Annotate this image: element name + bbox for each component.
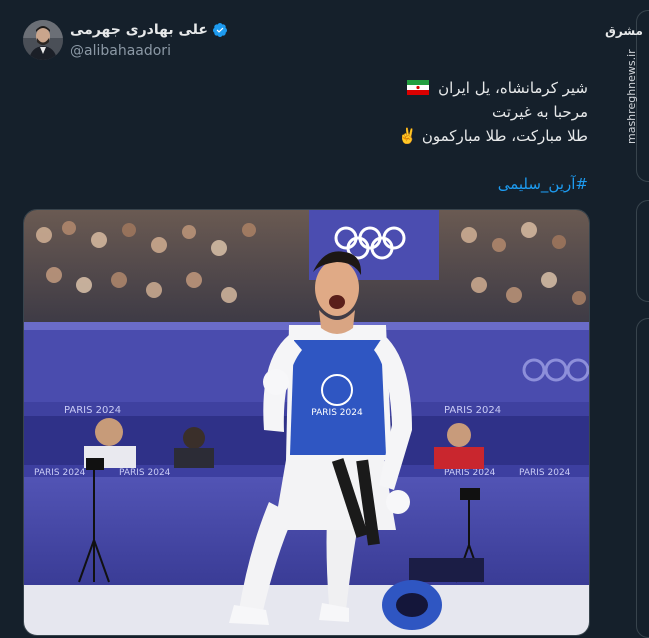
vest-text: PARIS 2024	[311, 408, 363, 418]
tweet-line-1: شیر کرمانشاه، یل ایران	[48, 76, 588, 100]
author-handle[interactable]: @alibahaadori	[70, 43, 171, 59]
tweet-line-3: طلا مبارکت، طلا مبارکمون ✌️	[398, 127, 588, 145]
watermark: مشرق mashreghnews.ir	[605, 24, 643, 264]
arena-banner-text: PARIS 2024	[64, 405, 121, 416]
tweet-card[interactable]: علی بهادری جهرمی @alibahaadori شیر کرمان…	[0, 0, 608, 636]
board-text-2: PARIS 2024	[119, 468, 171, 478]
author-name-row[interactable]: علی بهادری جهرمی	[70, 22, 228, 38]
mashregh-logo: مشرق	[605, 24, 643, 38]
right-rail-card-3	[636, 318, 649, 638]
board-text-4: PARIS 2024	[519, 468, 571, 478]
board-text-3: PARIS 2024	[444, 468, 496, 478]
tweet-photo[interactable]: PARIS 2024 PARIS 2024 PARIS 2024 PARIS 2…	[23, 209, 590, 636]
athlete-celebration-photo: PARIS 2024 PARIS 2024 PARIS 2024 PARIS 2…	[24, 210, 589, 635]
watermark-site-text: mashreghnews.ir	[625, 49, 638, 144]
arena-banner-text-2: PARIS 2024	[444, 405, 501, 416]
tweet-text: شیر کرمانشاه، یل ایران مرحبا به غیرتت طل…	[48, 76, 588, 196]
avatar[interactable]	[23, 20, 63, 60]
tweet-line-2: مرحبا به غیرتت	[492, 103, 588, 121]
verified-badge-icon	[212, 23, 227, 37]
board-text-1: PARIS 2024	[34, 468, 86, 478]
hashtag-link[interactable]: #آرین_سلیمی	[48, 172, 588, 196]
author-display-name[interactable]: علی بهادری جهرمی	[70, 22, 208, 38]
avatar-image	[23, 20, 63, 60]
iran-flag-icon	[407, 80, 430, 95]
